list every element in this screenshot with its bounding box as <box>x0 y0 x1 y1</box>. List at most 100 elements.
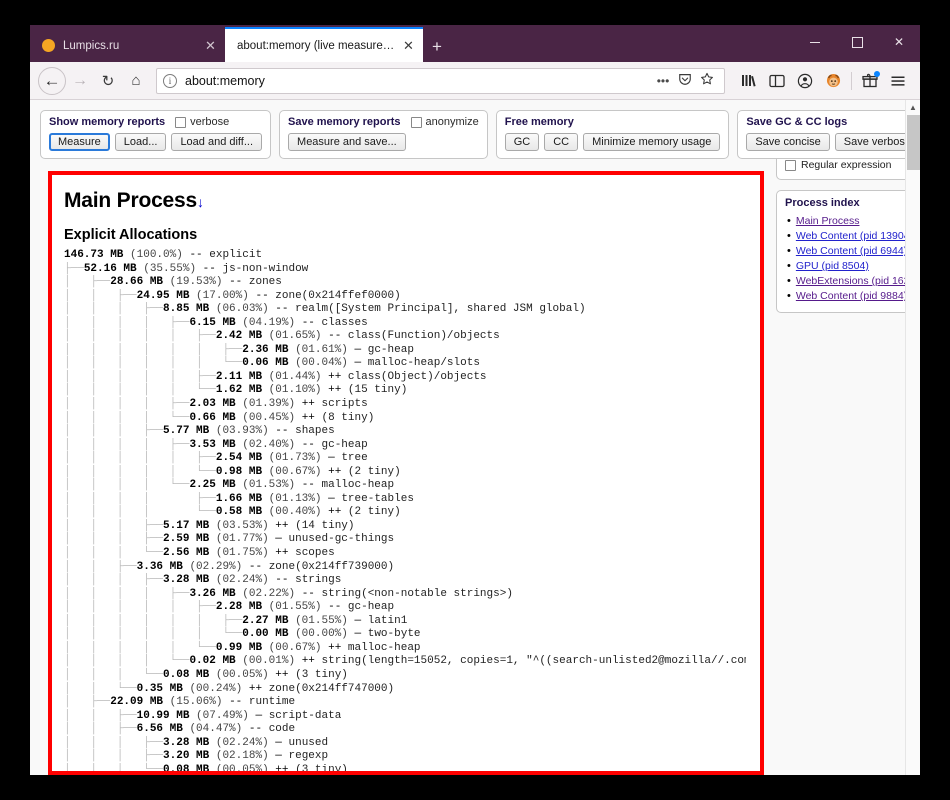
pocket-icon[interactable] <box>674 72 696 89</box>
gc-button[interactable]: GC <box>504 133 540 151</box>
close-window-button[interactable]: ✕ <box>878 25 920 59</box>
tree-row[interactable]: │ │ │ │ └──0.58 MB (00.40%) ++ (2 tiny) <box>64 506 746 520</box>
process-link[interactable]: WebExtensions (pid 1628) <box>796 274 919 289</box>
minimize-memory-usage-button[interactable]: Minimize memory usage <box>583 133 721 151</box>
tree-expander[interactable]: ++ <box>328 642 341 654</box>
library-icon[interactable] <box>735 67 763 95</box>
tree-row[interactable]: │ │ │ │ ├──6.15 MB (04.19%) -- classes <box>64 317 746 331</box>
cc-button[interactable]: CC <box>544 133 579 151</box>
forward-icon[interactable]: → <box>66 67 94 95</box>
identity-info-icon[interactable]: i <box>163 73 177 88</box>
tree-row[interactable]: │ │ │ └──0.08 MB (00.05%) ++ (3 tiny) <box>64 764 746 771</box>
checkbox-box[interactable] <box>175 116 187 128</box>
scroll-up-icon[interactable]: ▲ <box>906 100 920 115</box>
tree-expander[interactable]: — <box>328 493 335 505</box>
regex-checkbox[interactable] <box>785 159 796 171</box>
tree-row[interactable]: │ │ │ └──2.56 MB (01.75%) ++ scopes <box>64 547 746 561</box>
tree-expander[interactable]: — <box>328 452 335 464</box>
tree-row[interactable]: │ │ │ ├──3.20 MB (02.18%) — regexp <box>64 750 746 764</box>
tree-expander[interactable]: -- <box>302 588 315 600</box>
tree-expander[interactable]: -- <box>302 439 315 451</box>
menu-icon[interactable] <box>884 67 912 95</box>
tab-about-memory[interactable]: about:memory (live measurement) ✕ <box>225 27 423 62</box>
tree-expander[interactable]: ++ <box>275 669 288 681</box>
tree-expander[interactable]: — <box>275 737 282 749</box>
jump-down-arrow-icon[interactable]: ↓ <box>197 194 204 210</box>
tree-row[interactable]: ├──52.16 MB (35.55%) -- js-non-window <box>64 263 746 277</box>
tree-row[interactable]: │ │ │ │ │ ├──2.11 MB (01.44%) ++ class(O… <box>64 371 746 385</box>
tree-row[interactable]: │ │ │ │ │ │ └──0.00 MB (00.00%) — two-by… <box>64 628 746 642</box>
tree-expander[interactable]: — <box>275 750 282 762</box>
tree-row[interactable]: │ │ │ └──0.08 MB (00.05%) ++ (3 tiny) <box>64 669 746 683</box>
tree-row[interactable]: │ │ ├──24.95 MB (17.00%) -- zone(0x214ff… <box>64 290 746 304</box>
tree-expander[interactable]: — <box>255 710 262 722</box>
checkbox-anonymize[interactable]: anonymize <box>410 116 479 128</box>
tree-row[interactable]: │ │ │ │ │ └──1.62 MB (01.10%) ++ (15 tin… <box>64 384 746 398</box>
measure-button[interactable]: Measure <box>49 133 110 151</box>
reload-icon[interactable]: ↻ <box>94 67 122 95</box>
tree-row[interactable]: │ │ │ │ │ └──0.98 MB (00.67%) ++ (2 tiny… <box>64 466 746 480</box>
tree-row[interactable]: │ │ │ │ ├──3.26 MB (02.22%) -- string(<n… <box>64 588 746 602</box>
maximize-button[interactable] <box>836 25 878 59</box>
tree-row[interactable]: │ │ │ │ └──2.25 MB (01.53%) -- malloc-he… <box>64 479 746 493</box>
tree-expander[interactable]: -- <box>302 479 315 491</box>
tree-row[interactable]: │ │ │ │ │ └──0.99 MB (00.67%) ++ malloc-… <box>64 642 746 656</box>
avatar-icon[interactable] <box>819 67 847 95</box>
tree-row[interactable]: │ ├──28.66 MB (19.53%) -- zones <box>64 276 746 290</box>
close-icon[interactable]: ✕ <box>400 37 417 54</box>
tree-row[interactable]: │ │ │ │ ├──1.66 MB (01.13%) — tree-table… <box>64 493 746 507</box>
tree-row[interactable]: │ │ │ ├──8.85 MB (06.03%) -- realm([Syst… <box>64 303 746 317</box>
tree-row[interactable]: 146.73 MB (100.0%) -- explicit <box>64 249 746 263</box>
tree-expander[interactable]: ++ <box>275 547 288 559</box>
tree-expander[interactable]: -- <box>249 561 262 573</box>
tree-expander[interactable]: -- <box>275 303 288 315</box>
tree-row[interactable]: │ │ │ ├──3.28 MB (02.24%) — unused <box>64 737 746 751</box>
tree-expander[interactable]: ++ <box>328 371 341 383</box>
load-button[interactable]: Load... <box>114 133 167 151</box>
tree-expander[interactable]: ++ <box>275 764 288 771</box>
process-link[interactable]: Main Process <box>796 214 860 229</box>
bookmark-star-icon[interactable] <box>696 72 718 89</box>
tree-row[interactable]: │ │ │ │ └──0.66 MB (00.45%) ++ (8 tiny) <box>64 412 746 426</box>
tree-row[interactable]: │ │ ├──10.99 MB (07.49%) — script-data <box>64 710 746 724</box>
tree-expander[interactable]: -- <box>328 601 341 613</box>
tree-expander[interactable]: -- <box>249 723 262 735</box>
home-icon[interactable]: ⌂ <box>122 67 150 95</box>
back-icon[interactable]: ← <box>38 66 66 95</box>
checkbox-box[interactable] <box>410 116 422 128</box>
tab-lumpics[interactable]: Lumpics.ru ✕ <box>30 29 225 62</box>
tree-expander[interactable]: ++ <box>328 384 341 396</box>
tree-expander[interactable]: -- <box>229 276 242 288</box>
tree-row[interactable]: │ │ │ ├──3.28 MB (02.24%) -- strings <box>64 574 746 588</box>
gift-icon[interactable] <box>856 67 884 95</box>
tree-expander[interactable]: ++ <box>249 683 262 695</box>
tree-expander[interactable]: — <box>355 615 362 627</box>
tree-expander[interactable]: -- <box>275 574 288 586</box>
memory-tree[interactable]: 146.73 MB (100.0%) -- explicit ├──52.16 M… <box>64 249 746 771</box>
tree-row[interactable]: │ │ │ │ ├──2.03 MB (01.39%) ++ scripts <box>64 398 746 412</box>
tree-expander[interactable]: — <box>275 533 282 545</box>
tree-expander[interactable]: -- <box>189 249 202 261</box>
tree-expander[interactable]: -- <box>203 263 216 275</box>
tree-row[interactable]: │ │ ├──6.56 MB (04.47%) -- code <box>64 723 746 737</box>
page-actions-icon[interactable]: ••• <box>652 74 674 88</box>
close-icon[interactable]: ✕ <box>202 37 219 54</box>
tree-expander[interactable]: ++ <box>302 655 315 667</box>
tree-row[interactable]: │ ├──22.09 MB (15.06%) -- runtime <box>64 696 746 710</box>
account-icon[interactable] <box>791 67 819 95</box>
tree-expander[interactable]: -- <box>328 330 341 342</box>
process-link[interactable]: Web Content (pid 6944) <box>796 244 907 259</box>
tree-row[interactable]: │ │ │ │ └──0.02 MB (00.01%) ++ string(le… <box>64 655 746 669</box>
measure-and-save-button[interactable]: Measure and save... <box>288 133 406 151</box>
save-concise-button[interactable]: Save concise <box>746 133 830 151</box>
process-link[interactable]: Web Content (pid 13904) <box>796 229 913 244</box>
checkbox-verbose[interactable]: verbose <box>175 116 229 128</box>
tree-expander[interactable]: ++ <box>328 506 341 518</box>
tree-row[interactable]: │ │ │ │ │ ├──2.54 MB (01.73%) — tree <box>64 452 746 466</box>
tree-expander[interactable]: — <box>355 344 362 356</box>
tree-expander[interactable]: -- <box>229 696 242 708</box>
tree-row[interactable]: │ │ │ ├──5.17 MB (03.53%) ++ (14 tiny) <box>64 520 746 534</box>
tree-expander[interactable]: ++ <box>275 520 288 532</box>
tree-row[interactable]: │ │ │ │ │ │ ├──2.27 MB (01.55%) — latin1 <box>64 615 746 629</box>
sidebar-icon[interactable] <box>763 67 791 95</box>
